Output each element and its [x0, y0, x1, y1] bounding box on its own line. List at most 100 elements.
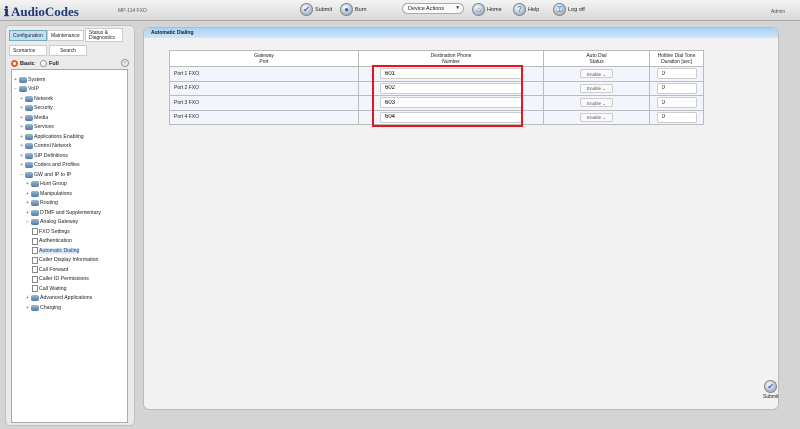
- folder-icon: [31, 209, 39, 216]
- port-cell: Port 1 FXO: [169, 66, 359, 82]
- tree-item-label: Authentication: [39, 238, 72, 244]
- folder-icon: [31, 200, 39, 206]
- tree-item[interactable]: + Coders and Profiles: [20, 161, 80, 170]
- burn-icon: ●: [340, 3, 353, 16]
- submit-bottom-button[interactable]: ✔ Submit: [763, 380, 779, 400]
- tree-item[interactable]: + Security: [20, 104, 53, 113]
- checkmark-icon: ✔: [300, 3, 313, 16]
- expand-toggle-icon[interactable]: +: [20, 162, 24, 168]
- expand-toggle-icon[interactable]: −: [14, 86, 18, 92]
- page-icon: [32, 247, 38, 254]
- tree-item[interactable]: + Routing: [26, 199, 58, 208]
- tree-item-label: Routing: [40, 200, 58, 206]
- tab-scenarios[interactable]: Scenarios: [9, 45, 47, 56]
- user-name: Admin: [771, 9, 786, 15]
- auto-dial-status-select[interactable]: Enable ⌄: [580, 69, 613, 79]
- page-title: Automatic Dialing: [144, 28, 778, 38]
- home-icon: ⌂: [472, 3, 485, 16]
- tree-item[interactable]: − VoIP: [14, 85, 39, 94]
- tree-item-label: SIP Definitions: [34, 152, 68, 159]
- logoff-button[interactable]: ⚿ Log off: [553, 3, 585, 16]
- hotline-duration-input[interactable]: [656, 97, 697, 109]
- tree-item-label: Media: [34, 114, 49, 121]
- tree-item[interactable]: + Media: [20, 113, 48, 122]
- tree-item[interactable]: + Network: [20, 94, 53, 103]
- expand-toggle-icon[interactable]: +: [26, 200, 30, 206]
- tree-item-label: Hunt Group: [40, 181, 67, 187]
- home-button[interactable]: ⌂ Home: [472, 3, 502, 16]
- tree-item-label: Security: [34, 105, 53, 111]
- tab-maintenance[interactable]: Maintenance: [47, 30, 84, 41]
- tree-item[interactable]: − Analog Gateway: [26, 218, 78, 227]
- tree-item[interactable]: + Applications Enabling: [20, 132, 84, 141]
- tree-item[interactable]: + Services: [20, 123, 54, 132]
- tree-item-label: Services: [34, 124, 54, 130]
- expand-toggle-icon[interactable]: +: [20, 124, 24, 130]
- expand-toggle-icon[interactable]: +: [20, 143, 24, 149]
- expand-toggle-icon[interactable]: +: [14, 77, 18, 83]
- expand-toggle-icon[interactable]: +: [26, 210, 30, 216]
- tree-item[interactable]: FXO Settings: [32, 227, 70, 236]
- auto-dial-status-select[interactable]: Enable ⌄: [580, 112, 613, 122]
- tree-item[interactable]: Call Forward: [32, 265, 68, 274]
- expand-toggle-icon[interactable]: +: [20, 105, 24, 111]
- radio-basic[interactable]: Basic: [11, 60, 35, 67]
- folder-icon: [25, 95, 33, 102]
- navigation-tree: + System − VoIP + Network + Security + Media + Serv…: [11, 69, 128, 423]
- submit-button[interactable]: ✔ Submit: [300, 3, 332, 16]
- expand-toggle-icon[interactable]: +: [26, 191, 30, 197]
- tab-search[interactable]: Search: [49, 45, 87, 56]
- expand-toggle-icon[interactable]: +: [20, 153, 24, 159]
- auto-dial-status-select[interactable]: Enable ⌄: [580, 83, 613, 93]
- auto-dial-status-select[interactable]: Enable ⌄: [580, 98, 613, 108]
- expand-toggle-icon[interactable]: +: [26, 305, 30, 311]
- radio-full[interactable]: Full: [40, 60, 59, 67]
- expand-toggle-icon[interactable]: +: [26, 295, 30, 301]
- chevron-down-icon: ⌄: [602, 86, 607, 92]
- hotline-duration-input[interactable]: [656, 82, 697, 94]
- tree-item[interactable]: − GW and IP to IP: [20, 170, 71, 179]
- highlight-box: [372, 65, 523, 127]
- tree-item[interactable]: Authentication: [32, 237, 72, 246]
- page-icon: [32, 228, 38, 235]
- tree-item-label: Advanced Applications: [40, 295, 93, 301]
- tree-item-label: GW and IP to IP: [34, 171, 72, 178]
- tree-item[interactable]: Caller ID Permissions: [32, 275, 89, 284]
- expand-toggle-icon[interactable]: +: [20, 134, 24, 140]
- tree-item[interactable]: + Charging: [26, 303, 61, 312]
- expand-toggle-icon[interactable]: +: [26, 181, 30, 187]
- tab-status-diagnostics[interactable]: Status & Diagnostics: [85, 28, 123, 42]
- help-button[interactable]: ? Help: [513, 3, 539, 16]
- tree-item[interactable]: Automatic Dialing: [32, 246, 80, 255]
- tree-item[interactable]: + Hunt Group: [26, 180, 67, 189]
- collapse-panel-icon[interactable]: ‹: [121, 59, 129, 67]
- tree-item[interactable]: + System: [14, 75, 45, 84]
- tree-item-label: System: [28, 76, 46, 83]
- hotline-duration-input[interactable]: [656, 111, 697, 123]
- tree-item-label: Manipulations: [40, 190, 73, 197]
- tree-item[interactable]: Call Waiting: [32, 284, 66, 293]
- tree-item[interactable]: + Control Network: [20, 142, 71, 151]
- brand-logo: ℹ AudioCodes: [4, 4, 79, 19]
- folder-icon: [31, 219, 39, 225]
- key-icon: ⚿: [553, 3, 566, 16]
- device-model: MP-114 FXO: [118, 8, 147, 14]
- tree-item[interactable]: + SIP Definitions: [20, 151, 68, 160]
- tree-item-label: Automatic Dialing: [39, 247, 80, 254]
- expand-toggle-icon[interactable]: +: [20, 115, 24, 121]
- hotline-duration-input[interactable]: [656, 68, 697, 80]
- tree-item[interactable]: + Advanced Applications: [26, 294, 92, 303]
- tree-item-label: Applications Enabling: [34, 133, 84, 140]
- folder-icon: [19, 76, 27, 83]
- expand-toggle-icon[interactable]: +: [20, 96, 24, 102]
- tree-item[interactable]: + Manipulations: [26, 189, 72, 198]
- help-icon: ?: [513, 3, 526, 16]
- device-actions-dropdown[interactable]: Device Actions ▾: [402, 3, 464, 14]
- expand-toggle-icon[interactable]: −: [26, 219, 30, 225]
- tree-item[interactable]: + DTMF and Supplementary: [26, 208, 101, 217]
- tree-item[interactable]: Caller Display Information: [32, 256, 98, 265]
- expand-toggle-icon[interactable]: −: [20, 172, 24, 178]
- tree-item-label: Call Forward: [39, 266, 69, 273]
- burn-button[interactable]: ● Burn: [340, 3, 367, 16]
- tab-configuration[interactable]: Configuration: [9, 30, 47, 41]
